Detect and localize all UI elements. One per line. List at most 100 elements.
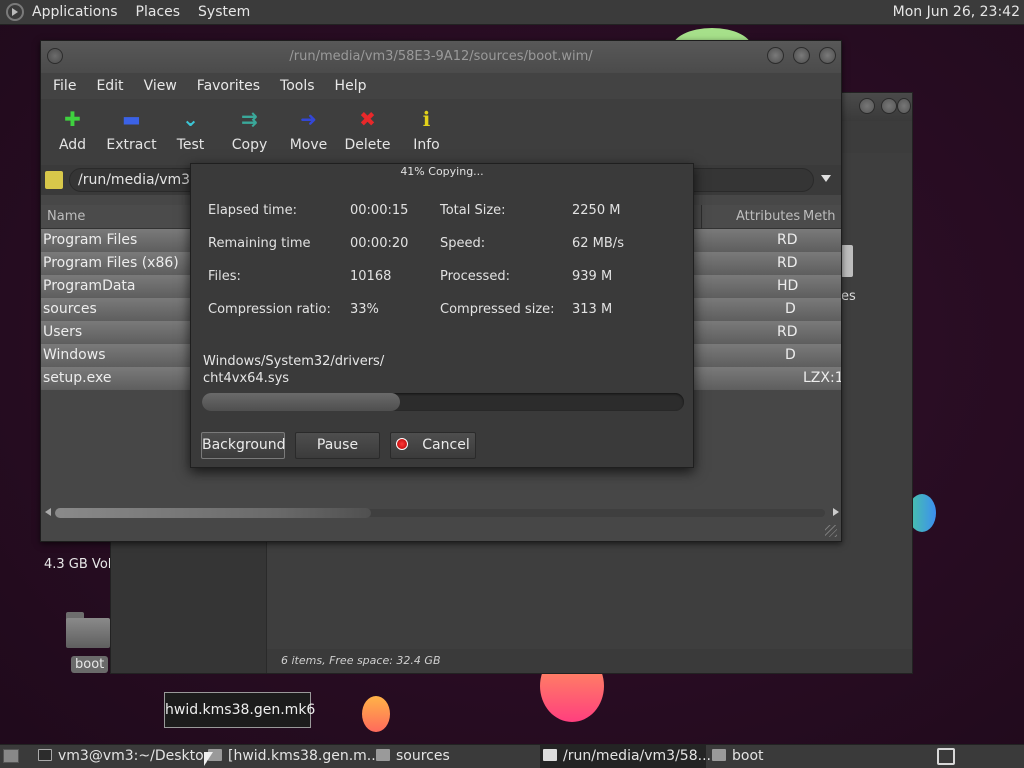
- close-button[interactable]: [819, 47, 836, 64]
- boot-folder-label[interactable]: boot: [71, 656, 109, 673]
- workspace-switcher-icon[interactable]: [937, 748, 955, 765]
- task-boot[interactable]: boot: [712, 745, 872, 768]
- menu-file[interactable]: File: [53, 78, 76, 94]
- maximize-button[interactable]: [793, 47, 810, 64]
- file-name: Program Files (x86): [43, 255, 179, 271]
- add-icon: ✚: [64, 107, 81, 131]
- file-name: Windows: [43, 347, 106, 363]
- column-method-header[interactable]: Meth: [803, 209, 836, 224]
- show-desktop-icon[interactable]: [3, 749, 19, 763]
- files-value: 10168: [350, 269, 392, 284]
- task-label: sources: [396, 748, 450, 764]
- task-label: vm3@vm3:~/Desktop: [58, 748, 213, 764]
- task-terminal[interactable]: vm3@vm3:~/Desktop: [38, 745, 213, 768]
- boot-folder-icon[interactable]: [66, 612, 110, 648]
- move-label: Move: [289, 137, 328, 153]
- elapsed-time-label: Elapsed time:: [208, 203, 297, 218]
- files-label: Files:: [208, 269, 241, 284]
- horizontal-scrollbar[interactable]: [45, 505, 839, 519]
- menu-tools[interactable]: Tools: [280, 78, 315, 94]
- extract-label: Extract: [106, 137, 157, 153]
- compression-ratio-label: Compression ratio:: [208, 302, 331, 317]
- test-button[interactable]: ⌄ Test: [161, 99, 220, 165]
- file-attributes: D: [785, 347, 796, 363]
- applications-menu[interactable]: Applications: [32, 4, 118, 20]
- file-attributes: RD: [777, 255, 798, 271]
- extract-button[interactable]: ▬ Extract: [102, 99, 161, 165]
- close-button[interactable]: [897, 98, 911, 114]
- cancel-button[interactable]: Cancel: [390, 432, 476, 459]
- background-button[interactable]: Background: [201, 432, 286, 459]
- remaining-time-label: Remaining time: [208, 236, 311, 251]
- remaining-time-value: 00:00:20: [350, 236, 409, 251]
- file-label[interactable]: es: [841, 289, 856, 304]
- task-label: [hwid.kms38.gen.m...: [228, 748, 381, 764]
- total-size-label: Total Size:: [440, 203, 506, 218]
- add-button[interactable]: ✚ Add: [43, 99, 102, 165]
- menu-view[interactable]: View: [144, 78, 177, 94]
- info-icon: ℹ: [422, 107, 431, 131]
- tooltip: hwid.kms38.gen.mk6: [164, 692, 315, 728]
- progress-bar-fill: [202, 393, 400, 411]
- maximize-button[interactable]: [881, 98, 897, 114]
- pause-button[interactable]: Pause: [295, 432, 380, 459]
- cancel-label: Cancel: [422, 437, 470, 453]
- file-name: Program Files: [43, 232, 138, 248]
- window-titlebar[interactable]: /run/media/vm3/58E3-9A12/sources/boot.wi…: [41, 41, 841, 73]
- minimize-button[interactable]: [859, 98, 875, 114]
- folder-icon: [376, 749, 390, 761]
- move-icon: ➜: [300, 107, 317, 131]
- info-button[interactable]: ℹ Info: [397, 99, 456, 165]
- task-sources[interactable]: sources: [376, 745, 536, 768]
- file-method: LZX:15: [803, 370, 841, 386]
- window-title: /run/media/vm3/58E3-9A12/sources/boot.wi…: [289, 49, 593, 64]
- menu-help[interactable]: Help: [335, 78, 367, 94]
- add-label: Add: [58, 137, 87, 153]
- distro-logo-icon[interactable]: [6, 3, 24, 21]
- volume-icon-label[interactable]: 4.3 GB Volu: [44, 557, 120, 572]
- clock[interactable]: Mon Jun 26, 23:42: [893, 4, 1020, 20]
- mouse-cursor-icon: [204, 752, 213, 766]
- info-label: Info: [413, 137, 440, 153]
- copy-button[interactable]: ⇉ Copy: [220, 99, 279, 165]
- copy-icon: ⇉: [241, 107, 258, 131]
- task-hwid[interactable]: [hwid.kms38.gen.m...: [208, 745, 380, 768]
- progress-bar: [202, 393, 684, 411]
- file-icon[interactable]: [841, 245, 853, 277]
- minimize-button[interactable]: [767, 47, 784, 64]
- places-menu[interactable]: Places: [136, 4, 181, 20]
- file-name: setup.exe: [43, 370, 112, 386]
- task-label: /run/media/vm3/58...: [563, 748, 711, 764]
- current-file-path: Windows/System32/drivers/: [203, 354, 385, 369]
- system-menu[interactable]: System: [198, 4, 250, 20]
- file-name: Users: [43, 324, 83, 340]
- column-name-header[interactable]: Name: [47, 209, 85, 224]
- total-size-value: 2250 M: [572, 203, 621, 218]
- delete-button[interactable]: ✖ Delete: [338, 99, 397, 165]
- processed-value: 939 M: [572, 269, 613, 284]
- extract-icon: ▬: [122, 107, 141, 131]
- move-button[interactable]: ➜ Move: [279, 99, 338, 165]
- menu-edit[interactable]: Edit: [96, 78, 123, 94]
- speed-label: Speed:: [440, 236, 486, 251]
- dialog-title: 41% Copying...: [400, 165, 484, 178]
- top-panel: Applications Places System Mon Jun 26, 2…: [0, 0, 1024, 25]
- file-attributes: D: [785, 301, 796, 317]
- scroll-left-icon[interactable]: [45, 508, 51, 516]
- current-file: Windows/System32/drivers/ cht4vx64.sys: [203, 353, 384, 387]
- menu-favorites[interactable]: Favorites: [197, 78, 260, 94]
- column-attributes-header[interactable]: Attributes: [701, 205, 801, 229]
- resize-grip-icon[interactable]: [825, 525, 837, 537]
- speed-value: 62 MB/s: [572, 236, 624, 251]
- processed-label: Processed:: [440, 269, 510, 284]
- status-bar: 6 items, Free space: 32.4 GB: [267, 649, 912, 673]
- bottom-taskbar: vm3@vm3:~/Desktop [hwid.kms38.gen.m... s…: [0, 744, 1024, 768]
- scrollbar-thumb[interactable]: [55, 508, 371, 518]
- test-label: Test: [176, 137, 205, 153]
- cancel-icon: [396, 438, 409, 450]
- task-archive-manager[interactable]: /run/media/vm3/58...: [540, 745, 711, 768]
- chevron-down-icon[interactable]: [821, 175, 831, 182]
- scroll-right-icon[interactable]: [833, 508, 839, 516]
- copy-label: Copy: [231, 137, 268, 153]
- window-menu-button[interactable]: [47, 48, 63, 64]
